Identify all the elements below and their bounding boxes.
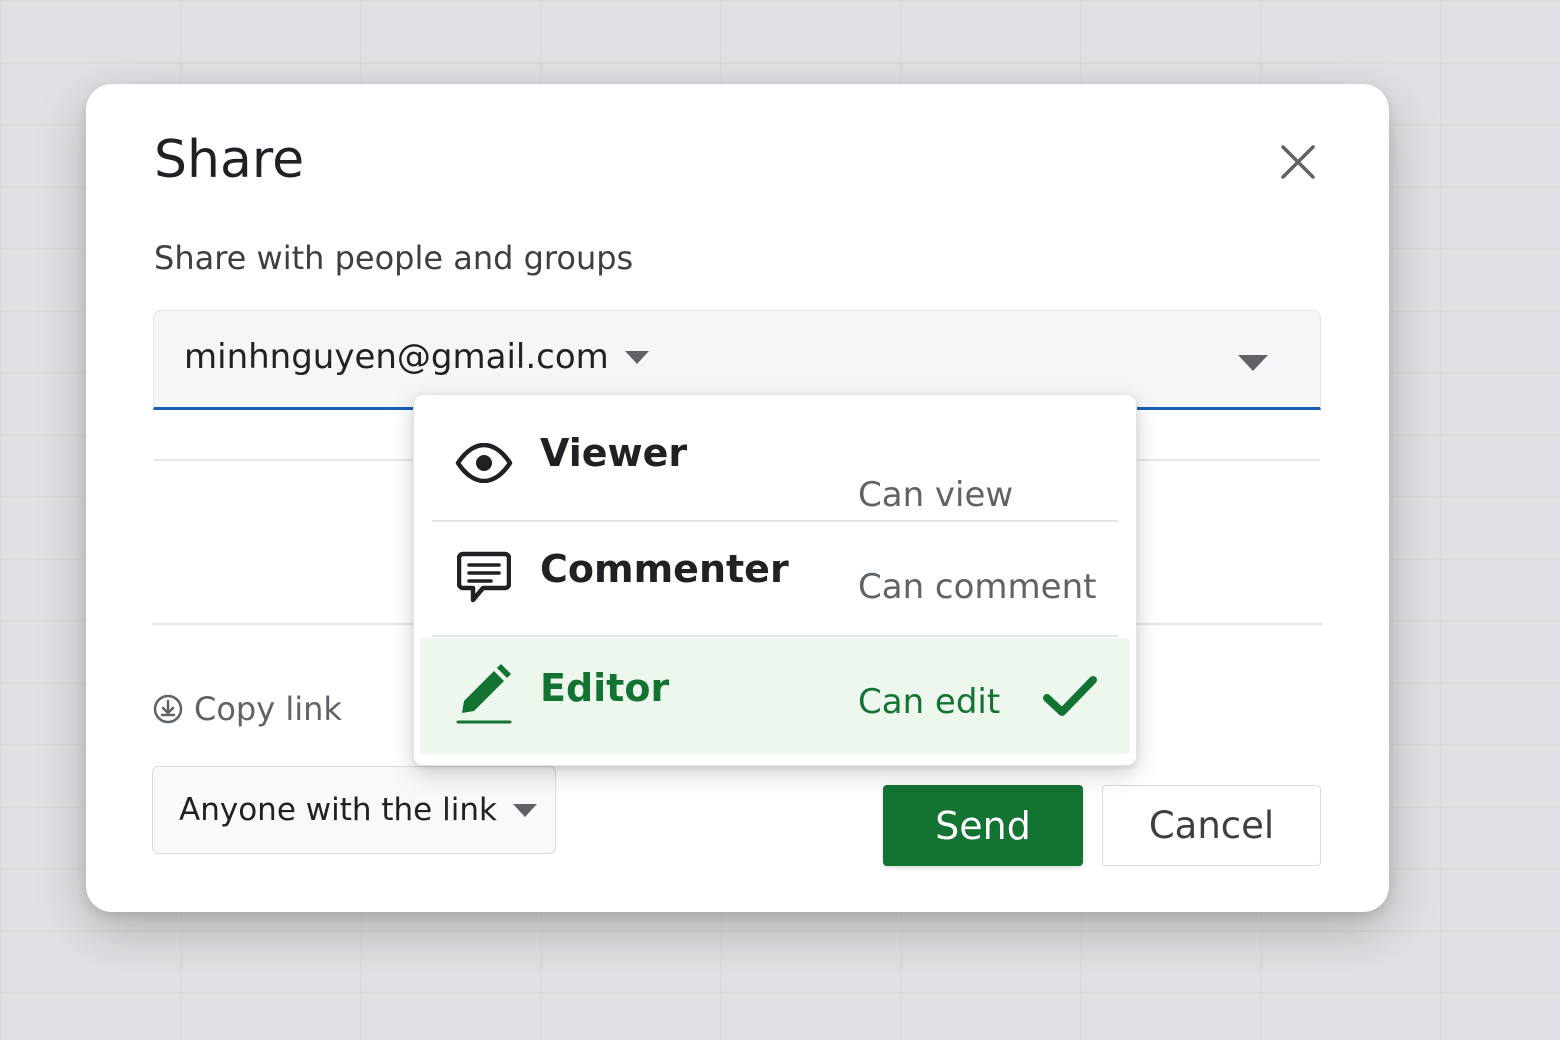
- dialog-title: Share: [154, 130, 305, 190]
- role-menu: Viewer Can view Commenter Can comment Ed…: [413, 394, 1137, 766]
- cancel-button[interactable]: Cancel: [1102, 785, 1321, 866]
- role-label: Editor: [540, 666, 670, 710]
- chevron-down-icon: [624, 350, 649, 364]
- role-option-viewer[interactable]: Viewer Can view: [414, 417, 1136, 517]
- role-option-commenter[interactable]: Commenter Can comment: [414, 523, 1136, 633]
- recipient-email: minhnguyen@gmail.com: [184, 337, 609, 377]
- checkmark-icon: [1043, 676, 1097, 716]
- eye-icon: [454, 433, 514, 493]
- share-subtitle: Share with people and groups: [154, 239, 634, 277]
- link-access-select[interactable]: Anyone with the link: [152, 766, 556, 854]
- menu-divider: [432, 520, 1118, 522]
- send-button[interactable]: Send: [883, 785, 1083, 866]
- copy-link-label: Copy link: [194, 690, 342, 728]
- role-label: Viewer: [540, 431, 688, 475]
- recipient-chip[interactable]: minhnguyen@gmail.com: [184, 337, 649, 377]
- link-icon: [153, 694, 183, 724]
- link-access-label: Anyone with the link: [179, 792, 497, 828]
- role-dropdown-caret-icon[interactable]: [1238, 355, 1268, 371]
- role-description: Can view: [858, 475, 1014, 515]
- menu-divider: [432, 635, 1118, 637]
- role-label: Commenter: [540, 547, 789, 591]
- close-icon: [1281, 145, 1315, 179]
- role-option-editor[interactable]: Editor Can edit: [414, 638, 1136, 754]
- chevron-down-icon: [512, 803, 537, 817]
- close-button[interactable]: [1274, 138, 1322, 186]
- copy-link-button[interactable]: Copy link: [152, 690, 342, 728]
- selected-highlight: [420, 638, 1130, 754]
- role-description: Can edit: [858, 682, 1001, 722]
- pencil-icon: [454, 664, 514, 724]
- role-description: Can comment: [858, 567, 1097, 607]
- comment-icon: [454, 547, 514, 607]
